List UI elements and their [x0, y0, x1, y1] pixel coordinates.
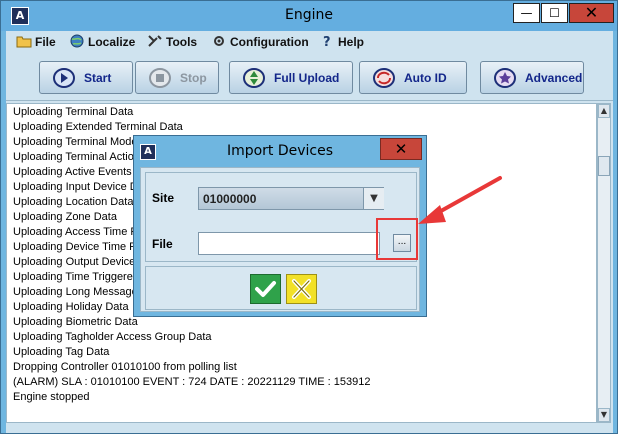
menu-help-label: Help: [338, 35, 365, 49]
log-line: Uploading Tagholder Access Group Data: [13, 331, 212, 343]
log-line: (ALARM) SLA : 01010100 EVENT : 724 DATE …: [13, 376, 371, 388]
status-strip: [6, 423, 613, 433]
star-icon: [493, 67, 517, 89]
globe-icon: [69, 34, 85, 48]
cancel-button[interactable]: [286, 274, 317, 304]
gear-icon: [211, 34, 227, 48]
dialog-close-button[interactable]: ✕: [380, 138, 422, 160]
site-label: Site: [152, 191, 175, 205]
menu-configuration-label: Configuration: [230, 35, 309, 49]
full-upload-label: Full Upload: [274, 71, 340, 85]
title-bar: A Engine — ☐ ✕: [1, 1, 617, 31]
log-line: Uploading Terminal Mode: [13, 136, 138, 148]
minimize-button[interactable]: —: [513, 3, 540, 23]
play-icon: [52, 67, 76, 89]
x-icon: [292, 279, 311, 299]
log-line: Uploading Output Device: [13, 256, 136, 268]
log-line: Uploading Extended Terminal Data: [13, 121, 183, 133]
log-line: Dropping Controller 01010100 from pollin…: [13, 361, 237, 373]
maximize-button[interactable]: ☐: [541, 3, 568, 23]
log-line: Uploading Long Message: [13, 286, 138, 298]
svg-text:?: ?: [323, 35, 331, 48]
auto-id-button[interactable]: Auto ID: [359, 61, 467, 94]
log-line: Uploading Active Events: [13, 166, 132, 178]
log-line: Uploading Device Time Pa: [13, 241, 143, 253]
upload-icon: [242, 67, 266, 89]
menu-help[interactable]: ? Help: [319, 34, 364, 51]
scroll-thumb[interactable]: [598, 156, 610, 176]
log-line: Uploading Biometric Data: [13, 316, 138, 328]
log-line: Uploading Tag Data: [13, 346, 110, 358]
dialog-title-bar: A Import Devices ✕: [134, 136, 426, 166]
menu-file[interactable]: File: [16, 34, 56, 51]
log-scrollbar[interactable]: ▲ ▼: [597, 103, 611, 423]
menu-file-label: File: [35, 35, 56, 49]
file-label: File: [152, 237, 173, 251]
site-select[interactable]: 01000000 ▼: [198, 187, 384, 210]
checkmark-icon: [255, 281, 276, 297]
advanced-button[interactable]: Advanced: [480, 61, 584, 94]
log-line: Uploading Zone Data: [13, 211, 117, 223]
toolbar: Start Stop Full Upload Auto ID Advanced: [6, 53, 613, 101]
annotation-highlight-box: [376, 218, 418, 260]
tools-icon: [147, 34, 163, 48]
start-button[interactable]: Start: [39, 61, 133, 94]
close-button[interactable]: ✕: [569, 3, 614, 23]
full-upload-button[interactable]: Full Upload: [229, 61, 353, 94]
menu-bar: File Localize Tools Configuration ? Help: [6, 31, 613, 53]
log-line: Uploading Terminal Data: [13, 106, 134, 118]
site-value: 01000000: [203, 192, 257, 206]
advanced-label: Advanced: [525, 71, 583, 85]
log-line: Uploading Terminal Action: [13, 151, 140, 163]
menu-localize[interactable]: Localize: [69, 34, 135, 51]
question-icon: ?: [319, 34, 335, 50]
refresh-icon: [372, 67, 396, 89]
log-line: Uploading Input Device D: [13, 181, 138, 193]
ok-button[interactable]: [250, 274, 281, 304]
log-line: Engine stopped: [13, 391, 90, 403]
menu-tools[interactable]: Tools: [147, 34, 197, 51]
file-path-input[interactable]: [198, 232, 380, 255]
button-panel: [145, 266, 417, 310]
log-line: Uploading Access Time F: [13, 226, 138, 238]
menu-tools-label: Tools: [166, 35, 198, 49]
stop-icon: [148, 67, 172, 89]
chevron-down-icon[interactable]: ▼: [363, 188, 384, 209]
scroll-up-arrow-icon[interactable]: ▲: [598, 104, 610, 118]
stop-label: Stop: [180, 71, 207, 85]
stop-button[interactable]: Stop: [135, 61, 219, 94]
scroll-down-arrow-icon[interactable]: ▼: [598, 408, 610, 422]
log-line: Uploading Time Triggered: [13, 271, 139, 283]
start-label: Start: [84, 71, 112, 85]
menu-configuration[interactable]: Configuration: [211, 34, 309, 51]
menu-localize-label: Localize: [88, 35, 136, 49]
auto-id-label: Auto ID: [404, 71, 447, 85]
log-line: Uploading Holiday Data: [13, 301, 129, 313]
folder-icon: [16, 34, 32, 48]
log-line: Uploading Location Data: [13, 196, 134, 208]
